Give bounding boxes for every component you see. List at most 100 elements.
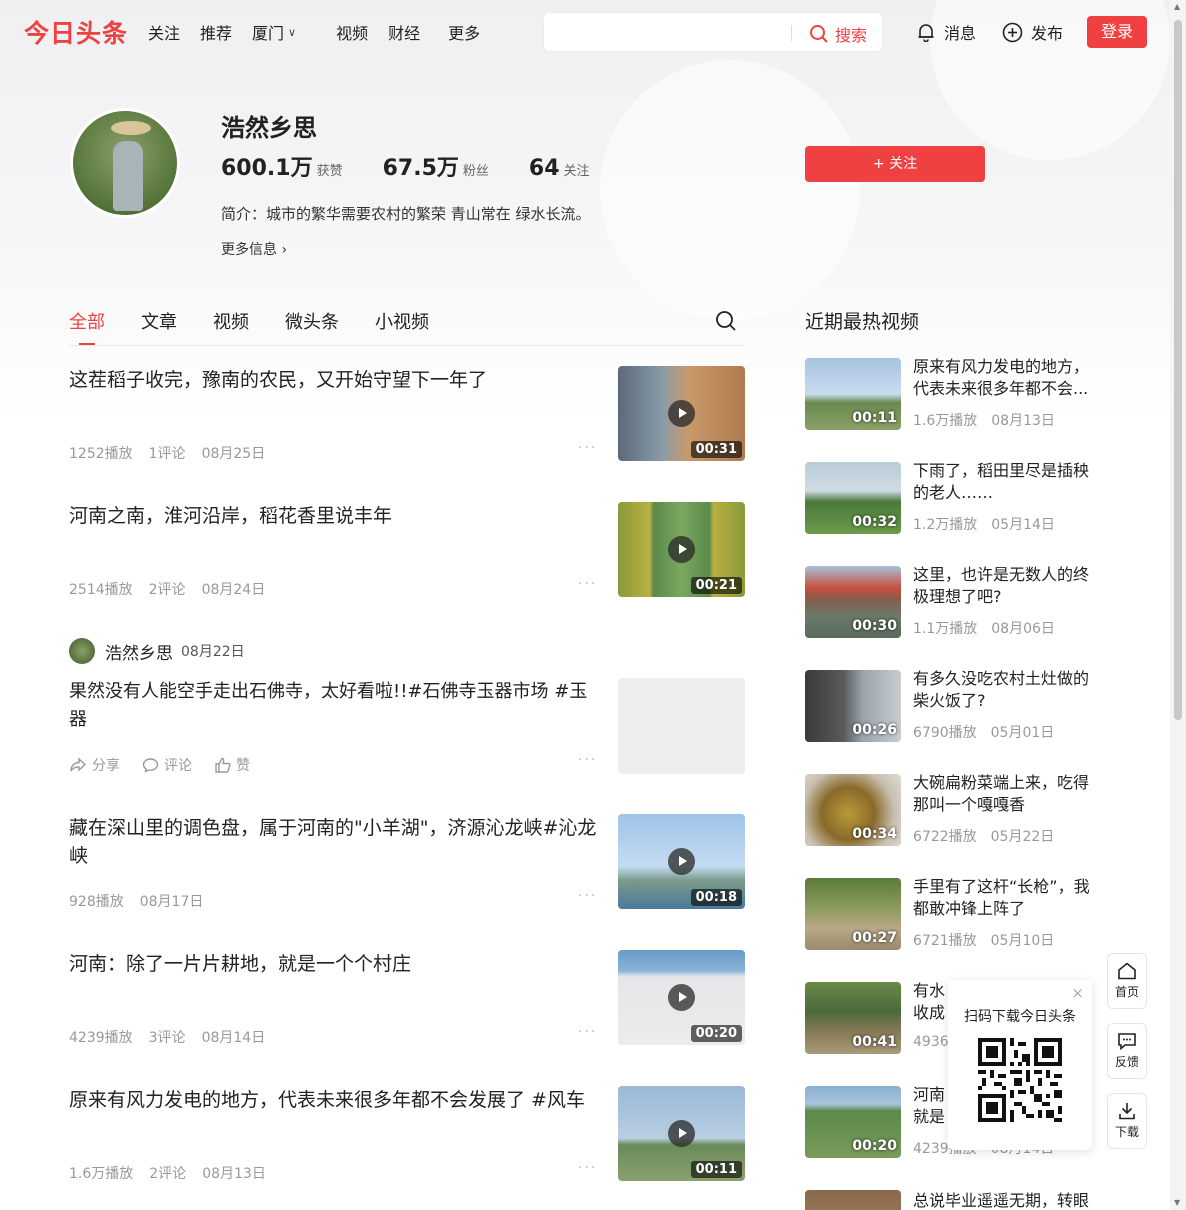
video-thumbnail[interactable]: 00:11 xyxy=(805,358,901,430)
hot-video-title[interactable]: 这里，也许是无数人的终极理想了吧? xyxy=(913,564,1103,608)
like-label: 赞 xyxy=(236,758,250,774)
feed-title[interactable]: 河南之南，淮河沿岸，稻花香里说丰年 xyxy=(69,502,599,530)
video-thumbnail[interactable]: 00:20 xyxy=(618,950,745,1045)
video-thumbnail[interactable]: 00:21 xyxy=(618,502,745,597)
video-thumbnail[interactable]: 00:31 xyxy=(618,366,745,461)
video-thumbnail[interactable]: 00:30 xyxy=(805,566,901,638)
search-button-label: 搜索 xyxy=(835,26,868,45)
tab-short-video[interactable]: 小视频 xyxy=(375,308,429,334)
feed-item[interactable]: 藏在深山里的调色盘，属于河南的"小羊湖"，济源沁龙峡#沁龙峡 928播放 08月… xyxy=(69,814,745,914)
messages-button[interactable]: 消息 xyxy=(916,20,976,44)
hot-video-item[interactable]: 00:34 大碗扁粉菜端上来，吃得那叫一个嘎嘎香 6722播放 05月22日 xyxy=(805,772,1105,846)
stat-fans[interactable]: 67.5万 粉丝 xyxy=(383,150,489,182)
search-button[interactable]: 搜索 xyxy=(809,22,867,46)
search-icon xyxy=(810,25,828,43)
hot-video-item[interactable]: 00:32 下雨了，稻田里尽是插秧的老人…… 1.2万播放 05月14日 xyxy=(805,460,1105,534)
video-thumbnail[interactable]: 00:27 xyxy=(805,878,901,950)
feed-item[interactable]: 河南：除了一片片耕地，就是一个个村庄 4239播放 3评论 08月14日 ···… xyxy=(69,950,745,1050)
nav-finance[interactable]: 财经 xyxy=(388,20,420,44)
more-dots-icon[interactable]: ··· xyxy=(578,1024,597,1040)
feed-title[interactable]: 河南：除了一片片耕地，就是一个个村庄 xyxy=(69,950,599,978)
hot-video-item[interactable]: 00:27 手里有了这杆“长枪”，我都敢冲锋上阵了 6721播放 05月10日 xyxy=(805,876,1105,950)
hot-video-item[interactable]: 00:30 这里，也许是无数人的终极理想了吧? 1.1万播放 08月06日 xyxy=(805,564,1105,638)
nav-recommend[interactable]: 推荐 xyxy=(200,20,232,44)
more-dots-icon[interactable]: ··· xyxy=(578,888,597,904)
feed-date: 08月14日 xyxy=(201,1030,266,1046)
tab-micro[interactable]: 微头条 xyxy=(285,308,339,334)
stat-value: 600.1万 xyxy=(221,156,313,181)
post-author[interactable]: 浩然乡思 xyxy=(105,639,173,664)
search-input[interactable] xyxy=(544,13,789,51)
home-button[interactable]: 首页 xyxy=(1107,953,1147,1009)
hot-video-title[interactable]: 手里有了这杆“长枪”，我都敢冲锋上阵了 xyxy=(913,876,1103,920)
login-button[interactable]: 登录 xyxy=(1087,16,1147,48)
feed-item[interactable]: 河南之南，淮河沿岸，稻花香里说丰年 2514播放 2评论 08月24日 ··· … xyxy=(69,502,745,602)
close-icon[interactable]: × xyxy=(1071,984,1084,1002)
share-button[interactable]: 分享 xyxy=(69,755,120,775)
video-thumbnail[interactable]: 00:26 xyxy=(805,670,901,742)
page-scrollbar[interactable]: ▲ ▼ xyxy=(1170,0,1186,1210)
more-dots-icon[interactable]: ··· xyxy=(578,752,597,768)
post-date: 08月22日 xyxy=(181,644,245,660)
hot-video-title[interactable]: 下雨了，稻田里尽是插秧的老人…… xyxy=(913,460,1103,504)
video-thumbnail[interactable]: 00:20 xyxy=(805,1086,901,1158)
hot-video-title[interactable]: 有多久没吃农村土灶做的柴火饭了? xyxy=(913,668,1103,712)
nav-more[interactable]: 更多 xyxy=(448,20,480,44)
toutiao-logo[interactable]: 今日头条 xyxy=(24,14,128,50)
feedback-button[interactable]: 反馈 xyxy=(1107,1023,1147,1079)
hot-video-title[interactable]: 总说毕业遥遥无期，转眼 xyxy=(913,1190,1105,1210)
hot-video-item[interactable]: 00:11 原来有风力发电的地方，代表未来很多年都不会... 1.6万播放 08月… xyxy=(805,356,1105,430)
hot-video-item[interactable]: 总说毕业遥遥无期，转眼 xyxy=(805,1190,1105,1210)
nav-video[interactable]: 视频 xyxy=(336,20,368,44)
comment-button[interactable]: 评论 xyxy=(142,755,192,775)
video-thumbnail[interactable]: 00:18 xyxy=(618,814,745,909)
nav-follow[interactable]: 关注 xyxy=(148,20,180,44)
avatar[interactable] xyxy=(69,638,95,664)
avatar-figure xyxy=(113,141,143,211)
hot-video-item[interactable]: 00:26 有多久没吃农村土灶做的柴火饭了? 6790播放 05月01日 xyxy=(805,668,1105,742)
scroll-down-icon[interactable]: ▼ xyxy=(1174,1198,1180,1207)
feed-item[interactable]: 这茬稻子收完，豫南的农民，又开始守望下一年了 1252播放 1评论 08月25日… xyxy=(69,366,745,466)
feed-title[interactable]: 藏在深山里的调色盘，属于河南的"小羊湖"，济源沁龙峡#沁龙峡 xyxy=(69,814,599,870)
video-thumbnail[interactable]: 00:41 xyxy=(805,982,901,1054)
feed-title[interactable]: 原来有风力发电的地方，代表未来很多年都不会发展了 #风车 xyxy=(69,1086,599,1114)
hot-video-title[interactable]: 有水收成 xyxy=(913,980,949,1024)
feed-item[interactable]: 原来有风力发电的地方，代表未来很多年都不会发展了 #风车 1.6万播放 2评论 … xyxy=(69,1086,745,1186)
publish-button[interactable]: 发布 xyxy=(1002,20,1063,44)
more-dots-icon[interactable]: ··· xyxy=(578,1160,597,1176)
more-dots-icon[interactable]: ··· xyxy=(578,576,597,592)
search-bar: 搜索 xyxy=(543,12,883,52)
hot-video-meta: 6721播放 05月10日 xyxy=(913,930,1068,950)
video-thumbnail[interactable]: 00:32 xyxy=(805,462,901,534)
micro-post[interactable]: 浩然乡思 08月22日 果然没有人能空手走出石佛寺，太好看啦!!#石佛寺玉器市场… xyxy=(69,638,745,778)
more-info-link[interactable]: 更多信息 › xyxy=(221,239,287,259)
hot-video-title[interactable]: 大碗扁粉菜端上来，吃得那叫一个嘎嘎香 xyxy=(913,772,1103,816)
tab-articles[interactable]: 文章 xyxy=(141,308,177,334)
tab-all[interactable]: 全部 xyxy=(69,308,105,345)
download-button[interactable]: 下载 xyxy=(1107,1093,1147,1149)
hot-video-title[interactable]: 河南就是 xyxy=(913,1084,949,1128)
profile-avatar xyxy=(70,108,180,218)
feed-meta: 4239播放 3评论 08月14日 xyxy=(69,1027,281,1047)
hot-video-title[interactable]: 原来有风力发电的地方，代表未来很多年都不会... xyxy=(913,356,1103,400)
scroll-up-icon[interactable]: ▲ xyxy=(1174,2,1180,11)
feed-plays: 2514播放 xyxy=(69,582,133,598)
scrollbar-thumb[interactable] xyxy=(1174,20,1182,720)
feed-meta: 1.6万播放 2评论 08月13日 xyxy=(69,1163,282,1183)
share-icon xyxy=(70,757,87,772)
search-icon[interactable] xyxy=(715,310,737,332)
more-dots-icon[interactable]: ··· xyxy=(578,440,597,456)
feed-comments: 1评论 xyxy=(148,446,186,462)
video-thumbnail[interactable]: 00:11 xyxy=(618,1086,745,1181)
video-thumbnail[interactable]: 00:34 xyxy=(805,774,901,846)
messages-label: 消息 xyxy=(944,24,977,43)
tab-videos[interactable]: 视频 xyxy=(213,308,249,334)
like-button[interactable]: 赞 xyxy=(214,755,250,775)
video-thumbnail[interactable] xyxy=(805,1190,901,1210)
stat-following[interactable]: 64 关注 xyxy=(529,156,590,181)
post-text[interactable]: 果然没有人能空手走出石佛寺，太好看啦!!#石佛寺玉器市场 #玉器 xyxy=(69,678,604,734)
feed-title[interactable]: 这茬稻子收完，豫南的农民，又开始守望下一年了 xyxy=(69,366,599,394)
nav-xiamen[interactable]: 厦门 ∨ xyxy=(252,20,316,44)
follow-button[interactable]: + 关注 xyxy=(805,146,985,182)
post-image[interactable] xyxy=(618,678,745,774)
